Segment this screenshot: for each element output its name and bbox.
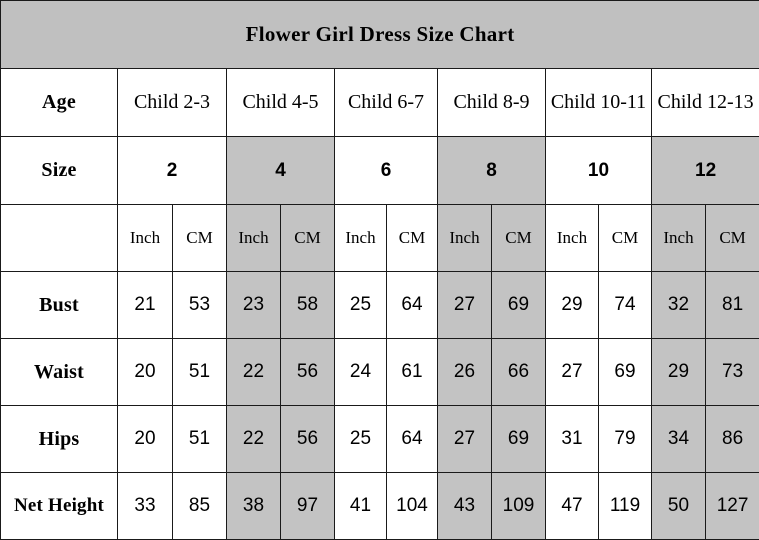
cell-waist-8: 27 [546, 339, 599, 406]
table-row: Waist 20 51 22 56 24 61 26 66 27 69 29 7… [1, 339, 759, 406]
cell-hips-0: 20 [118, 406, 173, 473]
size-row: Size 2 4 6 8 10 12 [1, 137, 759, 205]
age-cell-4: Child 10-11 [546, 69, 652, 137]
cell-waist-1: 51 [173, 339, 227, 406]
cell-hips-5: 64 [387, 406, 438, 473]
unit-cell-5-cm: CM [706, 205, 759, 272]
cell-hips-10: 34 [652, 406, 706, 473]
row-label-size: Size [1, 137, 118, 205]
cell-net-height-11: 127 [706, 473, 759, 540]
cell-waist-2: 22 [227, 339, 281, 406]
cell-bust-5: 64 [387, 272, 438, 339]
cell-waist-9: 69 [599, 339, 652, 406]
unit-cell-4-inch: Inch [546, 205, 599, 272]
cell-hips-11: 86 [706, 406, 759, 473]
title-row: Flower Girl Dress Size Chart [1, 1, 759, 69]
chart-title: Flower Girl Dress Size Chart [1, 1, 759, 69]
size-cell-1: 4 [227, 137, 335, 205]
cell-waist-0: 20 [118, 339, 173, 406]
cell-hips-8: 31 [546, 406, 599, 473]
cell-waist-11: 73 [706, 339, 759, 406]
cell-net-height-6: 43 [438, 473, 492, 540]
cell-waist-4: 24 [335, 339, 387, 406]
row-label-hips: Hips [1, 406, 118, 473]
cell-net-height-3: 97 [281, 473, 335, 540]
cell-hips-1: 51 [173, 406, 227, 473]
unit-cell-2-inch: Inch [335, 205, 387, 272]
cell-net-height-2: 38 [227, 473, 281, 540]
size-cell-0: 2 [118, 137, 227, 205]
cell-waist-5: 61 [387, 339, 438, 406]
age-cell-0: Child 2-3 [118, 69, 227, 137]
cell-bust-1: 53 [173, 272, 227, 339]
unit-cell-1-cm: CM [281, 205, 335, 272]
row-label-net-height: Net Height [1, 473, 118, 540]
cell-waist-7: 66 [492, 339, 546, 406]
unit-cell-0-cm: CM [173, 205, 227, 272]
size-cell-3: 8 [438, 137, 546, 205]
unit-cell-0-inch: Inch [118, 205, 173, 272]
cell-bust-2: 23 [227, 272, 281, 339]
cell-net-height-1: 85 [173, 473, 227, 540]
size-chart-table: Flower Girl Dress Size Chart Age Child 2… [0, 0, 759, 540]
cell-waist-10: 29 [652, 339, 706, 406]
cell-net-height-7: 109 [492, 473, 546, 540]
cell-bust-9: 74 [599, 272, 652, 339]
cell-hips-7: 69 [492, 406, 546, 473]
age-cell-5: Child 12-13 [652, 69, 759, 137]
units-row: Inch CM Inch CM Inch CM Inch CM Inch CM … [1, 205, 759, 272]
age-cell-3: Child 8-9 [438, 69, 546, 137]
cell-bust-7: 69 [492, 272, 546, 339]
cell-bust-0: 21 [118, 272, 173, 339]
cell-bust-3: 58 [281, 272, 335, 339]
cell-waist-6: 26 [438, 339, 492, 406]
unit-cell-2-cm: CM [387, 205, 438, 272]
cell-hips-3: 56 [281, 406, 335, 473]
cell-waist-3: 56 [281, 339, 335, 406]
size-cell-5: 12 [652, 137, 759, 205]
row-label-waist: Waist [1, 339, 118, 406]
cell-net-height-4: 41 [335, 473, 387, 540]
age-row: Age Child 2-3 Child 4-5 Child 6-7 Child … [1, 69, 759, 137]
unit-cell-3-cm: CM [492, 205, 546, 272]
unit-cell-5-inch: Inch [652, 205, 706, 272]
cell-hips-9: 79 [599, 406, 652, 473]
size-cell-4: 10 [546, 137, 652, 205]
cell-bust-4: 25 [335, 272, 387, 339]
table-row: Net Height 33 85 38 97 41 104 43 109 47 … [1, 473, 759, 540]
cell-bust-10: 32 [652, 272, 706, 339]
unit-cell-4-cm: CM [599, 205, 652, 272]
size-cell-2: 6 [335, 137, 438, 205]
row-label-bust: Bust [1, 272, 118, 339]
table-row: Hips 20 51 22 56 25 64 27 69 31 79 34 86 [1, 406, 759, 473]
cell-net-height-0: 33 [118, 473, 173, 540]
cell-bust-8: 29 [546, 272, 599, 339]
cell-bust-11: 81 [706, 272, 759, 339]
table-row: Bust 21 53 23 58 25 64 27 69 29 74 32 81 [1, 272, 759, 339]
unit-cell-3-inch: Inch [438, 205, 492, 272]
cell-hips-4: 25 [335, 406, 387, 473]
cell-net-height-8: 47 [546, 473, 599, 540]
cell-bust-6: 27 [438, 272, 492, 339]
cell-net-height-10: 50 [652, 473, 706, 540]
unit-cell-1-inch: Inch [227, 205, 281, 272]
row-label-age: Age [1, 69, 118, 137]
age-cell-1: Child 4-5 [227, 69, 335, 137]
row-label-units-blank [1, 205, 118, 272]
cell-net-height-9: 119 [599, 473, 652, 540]
cell-hips-2: 22 [227, 406, 281, 473]
age-cell-2: Child 6-7 [335, 69, 438, 137]
cell-hips-6: 27 [438, 406, 492, 473]
cell-net-height-5: 104 [387, 473, 438, 540]
